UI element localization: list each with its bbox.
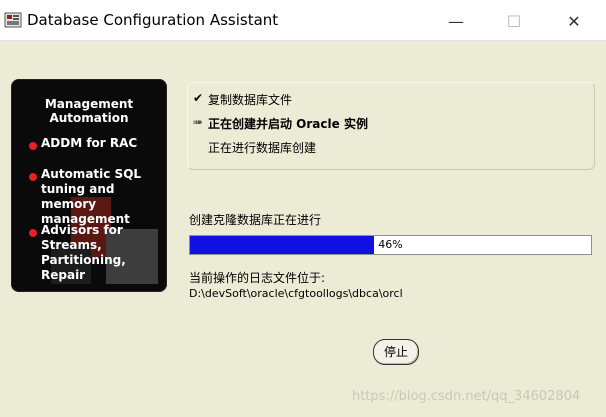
watermark: https://blog.csdn.net/qq_34602804 [352, 389, 581, 404]
maximize-button[interactable]: ☐ [492, 6, 536, 36]
bullet-icon [29, 229, 37, 237]
dbca-app-icon [4, 12, 22, 28]
bullet-item: ADDM for RAC [41, 136, 138, 150]
maximize-icon: ☐ [506, 11, 522, 31]
close-icon: ✕ [567, 11, 581, 31]
running-arrow-icon: ➠ [193, 115, 204, 129]
bullet-icon [29, 142, 37, 150]
progress-bar: 46% [189, 235, 592, 255]
log-label: 当前操作的日志文件位于: [189, 271, 326, 285]
step-label-active: 正在创建并启动 Oracle 实例 [208, 117, 368, 131]
promo-panel: Management Automation ADDM for RAC Autom… [11, 79, 167, 292]
progress-label: 创建克隆数据库正在进行 [189, 213, 322, 227]
window-title: Database Configuration Assistant [27, 11, 279, 29]
panel-heading: Management Automation [44, 97, 134, 125]
minimize-button[interactable]: — [434, 6, 478, 36]
step-label: 正在进行数据库创建 [208, 141, 317, 155]
minimize-icon: — [448, 11, 464, 31]
close-button[interactable]: ✕ [552, 6, 596, 36]
bullet-item: Advisors for Streams, Partitioning, Repa… [41, 223, 126, 282]
step-label: 复制数据库文件 [208, 93, 293, 107]
title-bar: Database Configuration Assistant — ☐ ✕ [0, 0, 606, 41]
log-path: D:\devSoft\oracle\cfgtoollogs\dbca\orcl [189, 287, 403, 300]
bullet-item: Automatic SQL tuning and memory manageme… [41, 167, 142, 226]
checkmark-icon: ✔ [193, 91, 204, 105]
progress-percent: 46% [378, 238, 403, 251]
bullet-icon [29, 173, 37, 181]
stop-button[interactable]: 停止 [373, 339, 419, 365]
